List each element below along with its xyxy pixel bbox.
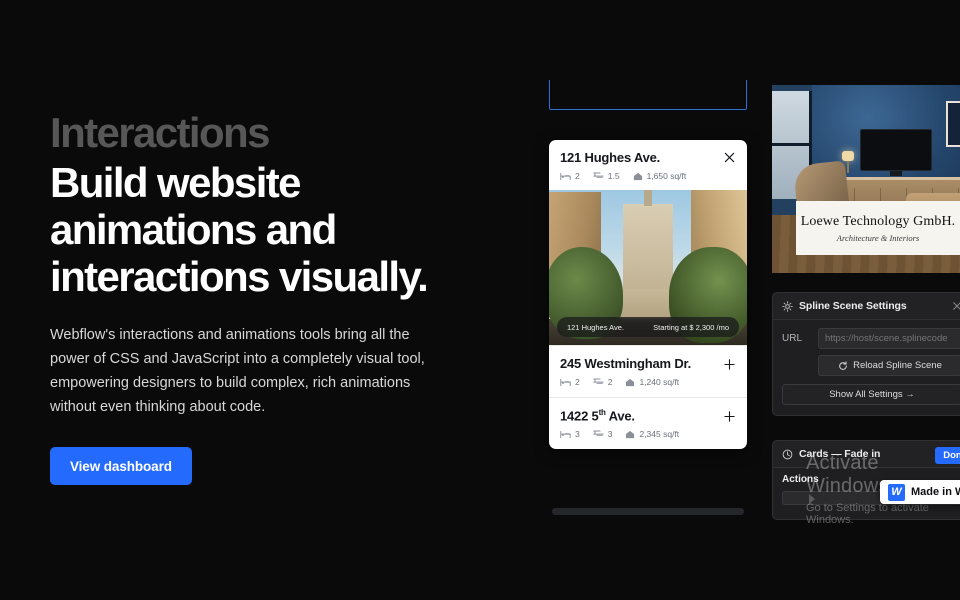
panel-title: Cards — Fade in — [799, 448, 881, 460]
panel-title: Spline Scene Settings — [799, 300, 907, 312]
property-specs: 2 1.5 1,650 sq/ft — [560, 171, 736, 181]
photo-price-pill: 121 Hughes Ave. Starting at $ 2,300 /mo — [557, 317, 739, 337]
property-photo: 121 Hughes Ave. Starting at $ 2,300 /mo — [549, 190, 747, 345]
spec-beds: 2 — [560, 377, 580, 387]
plus-icon[interactable] — [723, 410, 736, 423]
listing-title-sup: th — [598, 408, 606, 417]
spec-baths: 3 — [593, 429, 613, 440]
property-card: 121 Hughes Ave. 2 1.5 1,650 sq/ft 121 Hu… — [549, 140, 747, 450]
listing-title: 245 Westmingham Dr. — [560, 356, 692, 371]
tv-stand — [890, 171, 902, 176]
url-field-row: URL — [782, 328, 960, 349]
spec-baths-value: 3 — [607, 429, 613, 440]
hero-title-line-1: Build website — [50, 159, 302, 206]
done-button[interactable]: Done — [935, 447, 960, 464]
interior-showcase-image: Loewe Technology GmbH. Architecture & In… — [772, 85, 960, 273]
selection-outline — [549, 80, 747, 110]
listing-title-rest: Ave. — [605, 408, 635, 424]
spec-beds: 3 — [560, 429, 580, 439]
spec-beds-value: 2 — [575, 377, 580, 387]
page-title: Build website animations and interaction… — [50, 159, 480, 300]
bed-icon — [560, 430, 571, 438]
hero-eyebrow: Interactions — [50, 109, 270, 156]
panel-body: URL Reload Spline Scene Show All Setting… — [773, 320, 960, 415]
spec-baths: 1.5 — [593, 171, 620, 181]
hero-title-line-3: interactions visually. — [50, 253, 429, 301]
bed-icon — [560, 172, 571, 180]
listing-title: 1422 5th Ave. — [560, 408, 635, 423]
house-icon — [626, 430, 635, 439]
close-icon[interactable] — [952, 301, 960, 311]
listing-specs: 3 3 2,345 sq/ft — [560, 429, 736, 439]
house-icon — [633, 172, 642, 180]
list-item[interactable]: 245 Westmingham Dr. 2 2 1,240 sq/ft — [549, 345, 747, 397]
photo-pill-address: 121 Hughes Ave. — [567, 322, 624, 332]
gear-icon — [782, 300, 793, 312]
clock-icon — [782, 449, 793, 459]
wall-art — [946, 101, 960, 147]
reload-button-label: Reload Spline Scene — [853, 360, 942, 371]
spec-baths: 2 — [593, 377, 613, 387]
made-in-webflow-badge[interactable]: W Made in Webflow — [880, 480, 960, 504]
close-icon[interactable] — [723, 151, 736, 164]
spec-beds-value: 2 — [575, 171, 580, 181]
spline-scene-settings-panel: Spline Scene Settings URL Reload Spline … — [772, 292, 960, 416]
spec-area-value: 2,345 sq/ft — [639, 429, 680, 440]
hero-title-line-2: animations and — [50, 206, 337, 254]
spec-baths-value: 1.5 — [607, 171, 620, 181]
bed-icon — [560, 378, 571, 386]
bath-icon — [593, 171, 604, 178]
property-title: 121 Hughes Ave. — [560, 150, 661, 165]
webflow-logo-icon: W — [888, 483, 905, 501]
spec-beds: 2 — [560, 171, 580, 181]
bath-icon — [593, 430, 604, 436]
plus-icon[interactable] — [723, 358, 736, 371]
panel-header: Spline Scene Settings — [773, 293, 960, 320]
house-icon — [626, 378, 635, 386]
reload-spline-scene-button[interactable]: Reload Spline Scene — [818, 355, 960, 376]
panel-header: Cards — Fade in Done — [773, 441, 960, 468]
hero-section: Interactions Build website animations an… — [50, 109, 480, 486]
url-input[interactable] — [818, 328, 960, 349]
spec-beds-value: 3 — [575, 429, 580, 440]
scrollbar[interactable] — [552, 508, 744, 515]
brand-name: Loewe Technology GmbH. — [800, 213, 956, 229]
spec-area: 1,240 sq/ft — [625, 377, 679, 387]
made-in-webflow-label: Made in Webflow — [911, 486, 960, 498]
brand-tagline: Architecture & Interiors — [836, 232, 920, 243]
list-item[interactable]: 1422 5th Ave. 3 3 2,345 sq/ft — [549, 397, 747, 449]
refresh-icon — [839, 360, 847, 370]
view-dashboard-button[interactable]: View dashboard — [50, 447, 192, 486]
spec-area-value: 1,650 sq/ft — [646, 171, 687, 181]
hero-description: Webflow's interactions and animations to… — [50, 327, 425, 416]
photo-pill-price: Starting at $ 2,300 /mo — [653, 322, 729, 332]
spec-area-value: 1,240 sq/ft — [639, 377, 680, 387]
bath-icon — [593, 377, 604, 384]
show-all-settings-button[interactable]: Show All Settings → — [782, 384, 960, 405]
table-lamp — [842, 151, 854, 173]
spec-baths-value: 2 — [607, 377, 613, 387]
property-card-header: 121 Hughes Ave. 2 1.5 1,650 sq/ft — [549, 140, 747, 190]
screen-root: Interactions Build website animations an… — [0, 0, 960, 600]
television — [860, 129, 932, 171]
spec-area: 1,650 sq/ft — [633, 171, 687, 181]
url-label: URL — [782, 333, 803, 344]
listing-specs: 2 2 1,240 sq/ft — [560, 377, 736, 387]
brand-plate: Loewe Technology GmbH. Architecture & In… — [796, 201, 960, 255]
listing-title-main: 1422 5 — [560, 408, 599, 424]
spec-area: 2,345 sq/ft — [625, 429, 679, 439]
